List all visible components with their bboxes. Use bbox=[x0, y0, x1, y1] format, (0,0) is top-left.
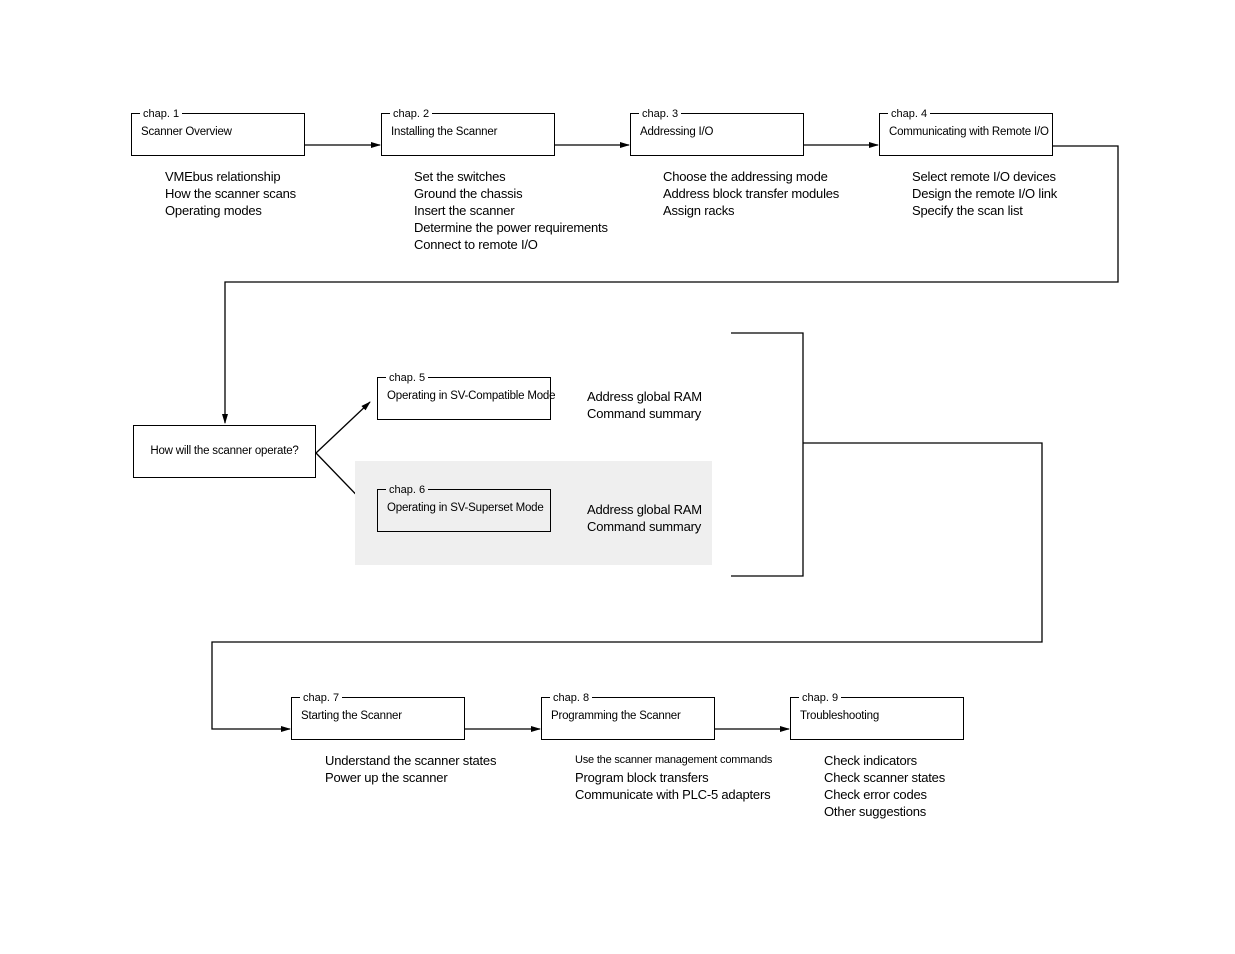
chapter-number: chap. 9 bbox=[799, 692, 842, 704]
chapter-topics-4: Select remote I/O devices Design the rem… bbox=[912, 168, 1057, 219]
chapter-title: Programming the Scanner bbox=[551, 710, 681, 722]
chapter-box-5[interactable]: chap. 5 Operating in SV-Compatible Mode bbox=[377, 372, 556, 420]
chapter-box-1[interactable]: chap. 1 Scanner Overview bbox=[131, 108, 305, 156]
topic: Power up the scanner bbox=[325, 770, 448, 785]
chapter-number: chap. 3 bbox=[639, 108, 682, 120]
chapter-number: chap. 8 bbox=[550, 692, 593, 704]
topic: Other suggestions bbox=[824, 804, 927, 819]
chapter-box-7[interactable]: chap. 7 Starting the Scanner bbox=[291, 692, 465, 740]
arrow-decision-5 bbox=[315, 401, 371, 454]
chapter-box-6[interactable]: chap. 6 Operating in SV-Superset Mode bbox=[377, 484, 551, 532]
chapter-number: chap. 1 bbox=[140, 108, 183, 120]
topic: Select remote I/O devices bbox=[912, 169, 1056, 184]
decision-box[interactable]: How will the scanner operate? bbox=[133, 425, 316, 478]
chapter-box-9[interactable]: chap. 9 Troubleshooting bbox=[790, 692, 964, 740]
chapter-title: Scanner Overview bbox=[141, 126, 232, 138]
chapter-box-2[interactable]: chap. 2 Installing the Scanner bbox=[381, 108, 555, 156]
chapter-topics-7: Understand the scanner states Power up t… bbox=[325, 752, 496, 786]
chapter-number: chap. 4 bbox=[888, 108, 931, 120]
chapter-topics-1: VMEbus relationship How the scanner scan… bbox=[165, 168, 296, 219]
topic: How the scanner scans bbox=[165, 186, 296, 201]
topic: Assign racks bbox=[663, 203, 735, 218]
chapter-number: chap. 6 bbox=[386, 484, 429, 496]
topic: Check scanner states bbox=[824, 770, 946, 785]
topic: Check error codes bbox=[824, 787, 927, 802]
chapter-title: Starting the Scanner bbox=[301, 710, 402, 722]
topic: Understand the scanner states bbox=[325, 753, 497, 768]
topic: Ground the chassis bbox=[414, 186, 523, 201]
topic: VMEbus relationship bbox=[165, 169, 281, 184]
chapter-topics-3: Choose the addressing mode Address block… bbox=[663, 168, 839, 219]
topic: Choose the addressing mode bbox=[663, 169, 828, 184]
topic: Insert the scanner bbox=[414, 203, 515, 218]
topic: Operating modes bbox=[165, 203, 262, 218]
topic: Address global RAM bbox=[587, 502, 702, 517]
chapter-box-3[interactable]: chap. 3 Addressing I/O bbox=[630, 108, 804, 156]
topic: Communicate with PLC-5 adapters bbox=[575, 787, 771, 802]
chapter-topics-8: Use the scanner management commands Prog… bbox=[575, 752, 772, 803]
chapter-topics-5: Address global RAM Command summary bbox=[587, 388, 702, 422]
chapter-box-8[interactable]: chap. 8 Programming the Scanner bbox=[541, 692, 715, 740]
topic: Command summary bbox=[587, 519, 702, 534]
chapter-box-4[interactable]: chap. 4 Communicating with Remote I/O bbox=[879, 108, 1053, 156]
chapter-title: Installing the Scanner bbox=[391, 126, 498, 138]
topic: Address global RAM bbox=[587, 389, 702, 404]
topic: Use the scanner management commands bbox=[575, 754, 773, 766]
chapter-title: Addressing I/O bbox=[640, 126, 714, 138]
chapter-topics-6: Address global RAM Command summary bbox=[587, 501, 702, 535]
chapter-number: chap. 5 bbox=[386, 372, 429, 384]
chapter-title: Operating in SV-Superset Mode bbox=[387, 502, 544, 514]
topic: Program block transfers bbox=[575, 770, 709, 785]
chapter-title: Troubleshooting bbox=[800, 710, 880, 722]
bracket-5-6 bbox=[731, 332, 804, 577]
chapter-title: Communicating with Remote I/O bbox=[889, 126, 1049, 138]
topic: Address block transfer modules bbox=[663, 186, 840, 201]
chapter-number: chap. 2 bbox=[390, 108, 433, 120]
topic: Design the remote I/O link bbox=[912, 186, 1058, 201]
topic: Connect to remote I/O bbox=[414, 237, 538, 252]
decision-question: How will the scanner operate? bbox=[150, 445, 299, 457]
chapter-topics-9: Check indicators Check scanner states Ch… bbox=[824, 752, 945, 820]
topic: Set the switches bbox=[414, 169, 506, 184]
chapter-title: Operating in SV-Compatible Mode bbox=[387, 390, 556, 402]
topic: Check indicators bbox=[824, 753, 917, 768]
chapter-number: chap. 7 bbox=[300, 692, 343, 704]
topic: Determine the power requirements bbox=[414, 220, 608, 235]
topic: Command summary bbox=[587, 406, 702, 421]
chapter-topics-2: Set the switches Ground the chassis Inse… bbox=[414, 168, 608, 253]
topic: Specify the scan list bbox=[912, 203, 1023, 218]
